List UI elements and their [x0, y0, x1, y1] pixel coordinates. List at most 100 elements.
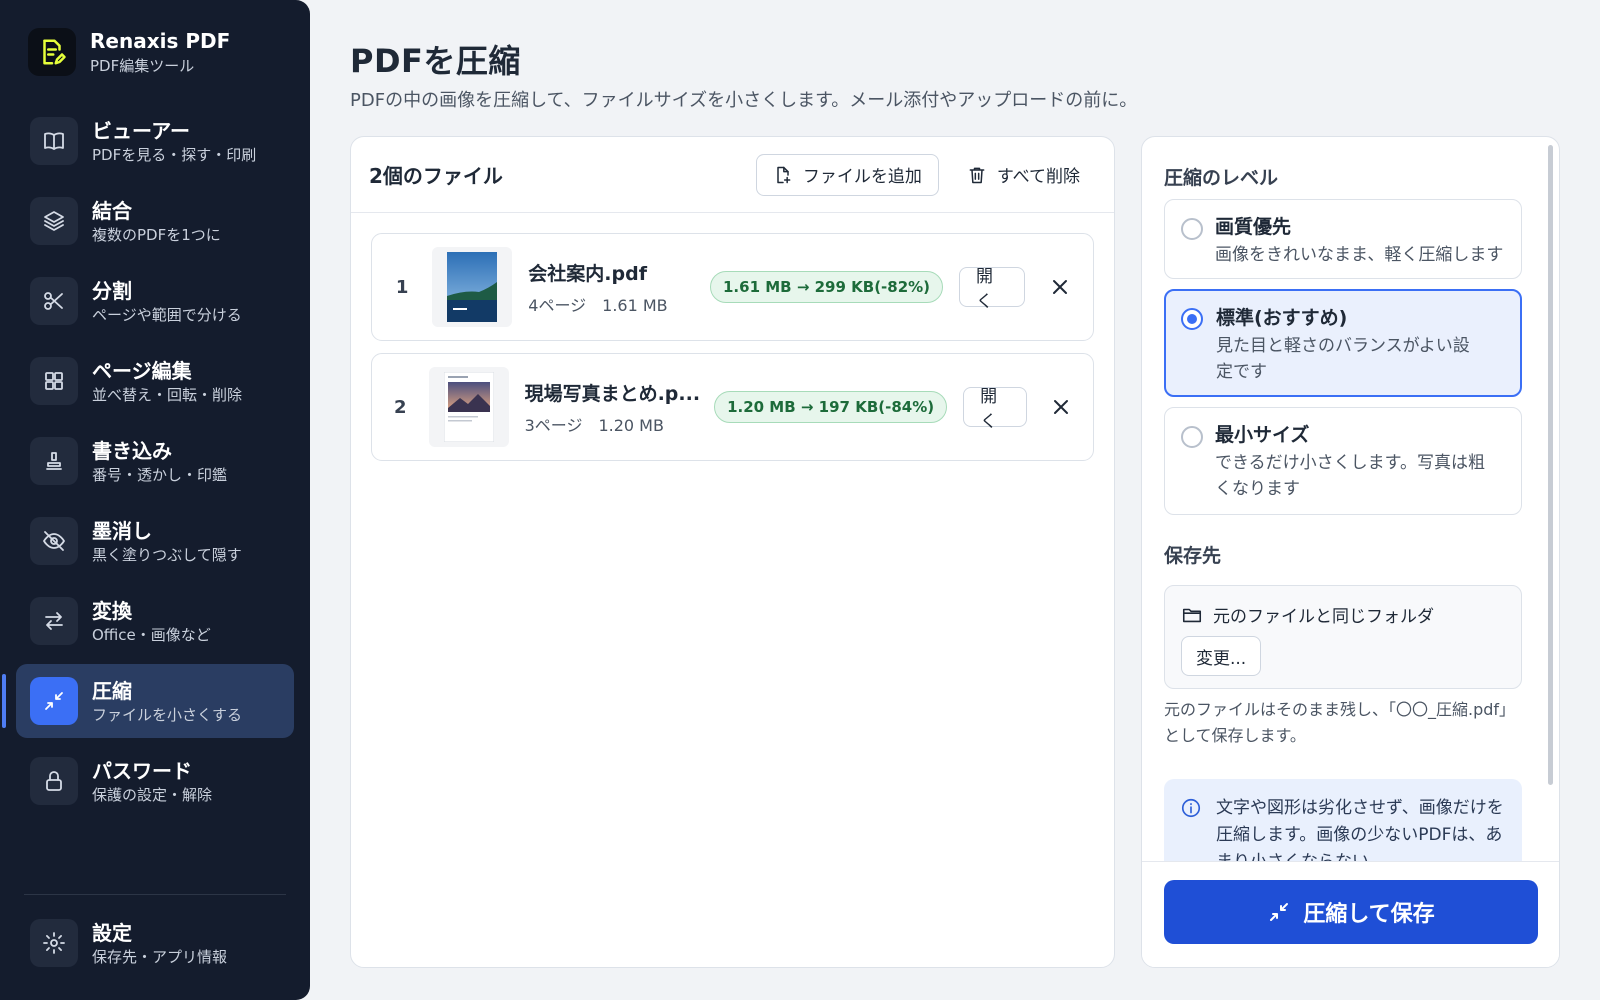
file-row: 2 現場写真まとめ.p... 3ページ 1.20 MB 1.20 MB → 19… [371, 353, 1094, 461]
info-icon [1181, 798, 1201, 818]
info-box: 文字や図形は劣化させず、画像だけを圧縮します。画像の少ないPDFは、あまり小さく… [1164, 779, 1522, 861]
sidebar-item-title: ビューアー [92, 118, 190, 143]
sidebar-item-subtitle: Office・画像など [92, 625, 211, 644]
file-info: 会社案内.pdf 4ページ 1.61 MB [528, 259, 696, 316]
radio-button[interactable] [1181, 308, 1203, 330]
option-quality[interactable]: 画質優先 画像をきれいなまま、軽く圧縮します [1164, 199, 1522, 279]
clear-all-button[interactable]: すべて削除 [951, 154, 1096, 196]
close-icon [1054, 400, 1069, 414]
sidebar-item-viewer[interactable]: ビューアー PDFを見る・探す・印刷 [16, 104, 294, 178]
sidebar-item-subtitle: PDFを見る・探す・印刷 [92, 145, 257, 164]
sidebar-item-title: 結合 [92, 198, 132, 223]
sidebar-item-title: 変換 [92, 598, 132, 623]
file-meta: 4ページ 1.61 MB [528, 295, 668, 315]
trash-icon [969, 167, 985, 183]
sidebar-item-subtitle: 保護の設定・解除 [92, 785, 213, 804]
sidebar-item-subtitle: 並べ替え・回転・削除 [92, 385, 243, 404]
gear-icon [30, 919, 78, 967]
save-location-label: 保存先 [1164, 545, 1222, 567]
arrows-swap-icon [30, 597, 78, 645]
option-description: 見た目と軽さのバランスがよい設定です [1216, 336, 1470, 382]
file-row: 1 会社案内.pdf 4ページ 1.61 MB 1.61 MB → 299 KB… [371, 233, 1094, 341]
compress-icon [30, 677, 78, 725]
sidebar-item-subtitle: 保存先・アプリ情報 [92, 947, 228, 966]
sidebar-item-password[interactable]: パスワード 保護の設定・解除 [16, 744, 294, 818]
sidebar-item-title: 設定 [92, 920, 132, 945]
sidebar-item-subtitle: ページや範囲で分ける [92, 305, 242, 324]
close-icon [1053, 280, 1068, 294]
info-text: 文字や図形は劣化させず、画像だけを圧縮します。画像の少ないPDFは、あまり小さく… [1216, 798, 1504, 861]
brand: Renaxis PDF PDF編集ツール [28, 28, 230, 76]
settings-scroll-area: 圧縮のレベル 画質優先 画像をきれいなまま、軽く圧縮します 標準(おすすめ) 見… [1142, 137, 1559, 861]
file-thumbnail [428, 367, 509, 447]
add-file-button[interactable]: ファイルを追加 [755, 153, 939, 196]
save-note: 元のファイルはそのまま残し、「〇〇_圧縮.pdf」として保存します。 [1164, 700, 1516, 745]
option-standard[interactable]: 標準(おすすめ) 見た目と軽さのバランスがよい設定です [1164, 289, 1522, 397]
size-reduction-badge: 1.20 MB → 197 KB(-84%) [714, 391, 948, 423]
lock-icon [30, 757, 78, 805]
sidebar-item-page-edit[interactable]: ページ編集 並べ替え・回転・削除 [16, 344, 294, 418]
clear-all-label: すべて削除 [996, 167, 1080, 187]
change-folder-button[interactable]: 変更... [1181, 636, 1262, 676]
file-list: 1 会社案内.pdf 4ページ 1.61 MB 1.61 MB → 299 KB… [351, 213, 1114, 461]
stamp-icon [30, 437, 78, 485]
layers-icon [30, 197, 78, 245]
compression-settings-panel: 圧縮のレベル 画質優先 画像をきれいなまま、軽く圧縮します 標準(おすすめ) 見… [1141, 136, 1560, 968]
sidebar-item-title: 墨消し [92, 518, 152, 543]
scrollbar[interactable] [1548, 145, 1553, 785]
radio-button[interactable] [1181, 426, 1203, 448]
eye-off-icon [30, 517, 78, 565]
book-icon [30, 117, 78, 165]
settings-footer: 圧縮して保存 [1142, 861, 1559, 967]
sidebar-item-subtitle: 複数のPDFを1つに [92, 225, 221, 244]
compress-icon [1270, 903, 1289, 921]
document-edit-icon [28, 28, 76, 76]
sidebar-item-subtitle: 黒く塗りつぶして隠す [92, 545, 242, 564]
folder-icon [1182, 608, 1202, 622]
file-panel: 2個のファイル ファイルを追加 すべて削除 1 会社案内.pdf 4ページ 1.… [350, 136, 1115, 968]
sidebar-item-settings[interactable]: 設定 保存先・アプリ情報 [16, 906, 294, 980]
sidebar-item-split[interactable]: 分割 ページや範囲で分ける [16, 264, 294, 338]
sidebar-item-convert[interactable]: 変換 Office・画像など [16, 584, 294, 658]
remove-file-button[interactable] [1043, 269, 1077, 305]
file-index: 2 [394, 396, 407, 418]
sidebar-item-title: ページ編集 [92, 358, 192, 383]
save-location-box: 元のファイルと同じフォルダ 変更... [1164, 585, 1522, 689]
file-panel-header: 2個のファイル ファイルを追加 すべて削除 [351, 137, 1114, 213]
file-name: 現場写真まとめ.p... [524, 382, 701, 405]
file-count: 2個のファイル [369, 164, 503, 188]
file-name: 会社案内.pdf [528, 262, 647, 285]
sidebar-item-redact[interactable]: 墨消し 黒く塗りつぶして隠す [16, 504, 294, 578]
add-file-label: ファイルを追加 [802, 167, 922, 187]
compress-and-save-button[interactable]: 圧縮して保存 [1164, 880, 1538, 944]
sidebar-item-compress[interactable]: 圧縮 ファイルを小さくする [2, 664, 294, 738]
open-file-button[interactable]: 開く [959, 267, 1026, 312]
option-title: 最小サイズ [1215, 424, 1310, 446]
sidebar-item-title: 分割 [92, 278, 132, 303]
radio-button[interactable] [1181, 218, 1203, 240]
sidebar-item-title: 書き込み [92, 438, 172, 463]
option-description: できるだけ小さくします。写真は粗くなります [1215, 453, 1485, 499]
sidebar-item-annotate[interactable]: 書き込み 番号・透かし・印鑑 [16, 424, 294, 498]
save-path: 元のファイルと同じフォルダ [1181, 602, 1434, 627]
page-description: PDFの中の画像を圧縮して、ファイルサイズを小さくします。メール添付やアップロー… [350, 90, 1138, 111]
file-thumbnail [432, 247, 513, 327]
file-info: 現場写真まとめ.p... 3ページ 1.20 MB [525, 379, 700, 436]
sidebar-item-subtitle: 番号・透かし・印鑑 [92, 465, 228, 484]
compress-and-save-label: 圧縮して保存 [1303, 902, 1435, 927]
remove-file-button[interactable] [1045, 389, 1077, 425]
file-meta: 3ページ 1.20 MB [524, 415, 664, 435]
sidebar: Renaxis PDF PDF編集ツール ビューアー PDFを見る・探す・印刷 … [0, 0, 310, 1000]
sidebar-item-title: 圧縮 [92, 678, 132, 703]
size-reduction-badge: 1.61 MB → 299 KB(-82%) [710, 271, 944, 303]
option-smallest[interactable]: 最小サイズ できるだけ小さくします。写真は粗くなります [1164, 407, 1522, 515]
file-index: 1 [395, 276, 409, 298]
grid-icon [30, 357, 78, 405]
save-path-label: 元のファイルと同じフォルダ [1213, 607, 1434, 627]
sidebar-item-merge[interactable]: 結合 複数のPDFを1つに [16, 184, 294, 258]
file-add-icon [777, 166, 791, 183]
sidebar-divider [24, 894, 286, 895]
open-file-button[interactable]: 開く [963, 387, 1028, 432]
option-title: 画質優先 [1215, 216, 1292, 238]
sidebar-item-title: パスワード [92, 758, 192, 783]
